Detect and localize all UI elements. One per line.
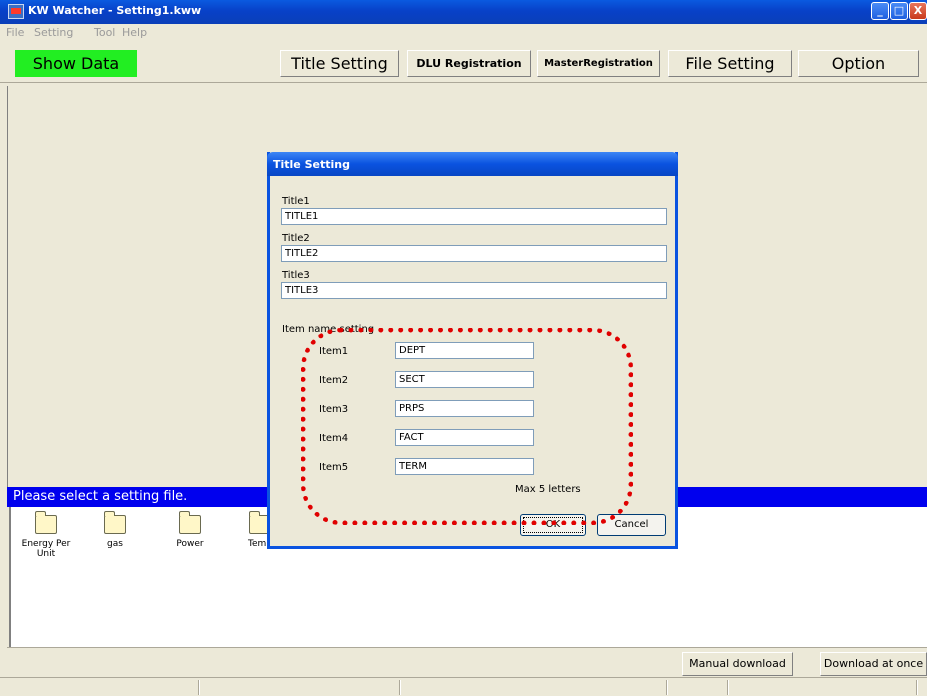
manual-download-button[interactable]: Manual download	[682, 652, 793, 676]
file-item-gas[interactable]: gas	[85, 511, 145, 549]
folder-icon	[35, 511, 57, 534]
window-title: KW Watcher - Setting1.kww	[28, 4, 202, 17]
maximize-icon[interactable]: □	[890, 2, 908, 20]
title-setting-dialog: Title Setting Title1 Title2 Title3 Item …	[267, 152, 678, 549]
show-data-button[interactable]: Show Data	[15, 50, 137, 77]
status-bar	[0, 677, 927, 696]
title1-field[interactable]	[281, 208, 667, 225]
item1-label: Item1	[319, 346, 349, 357]
menu-file[interactable]: File	[6, 26, 24, 39]
item4-field[interactable]	[395, 429, 534, 446]
cancel-button[interactable]: Cancel	[597, 514, 666, 536]
item3-field[interactable]	[395, 400, 534, 417]
dialog-title[interactable]: Title Setting	[267, 152, 678, 176]
dlu-registration-button[interactable]: DLU Registration	[407, 50, 531, 77]
max-letters-note: Max 5 letters	[515, 484, 581, 495]
menu-help[interactable]: Help	[122, 26, 147, 39]
bottom-bar: Manual download Download at once	[7, 647, 927, 677]
ok-button[interactable]: OK	[520, 514, 586, 536]
title3-label: Title3	[282, 270, 310, 281]
item1-field[interactable]	[395, 342, 534, 359]
download-at-once-button[interactable]: Download at once	[820, 652, 927, 676]
title-setting-button[interactable]: Title Setting	[280, 50, 399, 77]
minimize-icon[interactable]: _	[871, 2, 889, 20]
file-item-label: gas	[107, 539, 123, 549]
folder-icon	[179, 511, 201, 534]
close-icon[interactable]: X	[909, 2, 927, 20]
file-item-label: Energy Per Unit	[21, 539, 71, 559]
status-divider	[727, 680, 729, 695]
window-titlebar[interactable]: KW Watcher - Setting1.kww _ □ X	[0, 0, 927, 24]
status-divider	[399, 680, 401, 695]
status-divider	[916, 680, 918, 695]
status-divider	[198, 680, 200, 695]
menu-setting[interactable]: Setting	[34, 26, 73, 39]
option-button[interactable]: Option	[798, 50, 919, 77]
item3-label: Item3	[319, 404, 349, 415]
title3-field[interactable]	[281, 282, 667, 299]
app-icon	[8, 4, 24, 19]
item2-field[interactable]	[395, 371, 534, 388]
file-setting-button[interactable]: File Setting	[668, 50, 792, 77]
file-item-label: Power	[176, 539, 204, 549]
file-item-power[interactable]: Power	[160, 511, 220, 549]
menu-bar: File Setting Tool Help	[0, 24, 927, 41]
item5-field[interactable]	[395, 458, 534, 475]
title1-label: Title1	[282, 196, 310, 207]
item4-label: Item4	[319, 433, 349, 444]
title2-label: Title2	[282, 233, 310, 244]
dialog-body: Title1 Title2 Title3 Item name setting I…	[270, 176, 675, 546]
status-divider	[666, 680, 668, 695]
toolbar: Show Data Title Setting DLU Registration…	[0, 45, 927, 83]
file-item-energy-per-unit[interactable]: Energy Per Unit	[16, 511, 76, 559]
item2-label: Item2	[319, 375, 349, 386]
item-name-setting-label: Item name setting	[282, 324, 375, 335]
item5-label: Item5	[319, 462, 349, 473]
menu-tool[interactable]: Tool	[94, 26, 115, 39]
folder-icon	[104, 511, 126, 534]
master-registration-button[interactable]: MasterRegistration	[537, 50, 660, 77]
title2-field[interactable]	[281, 245, 667, 262]
